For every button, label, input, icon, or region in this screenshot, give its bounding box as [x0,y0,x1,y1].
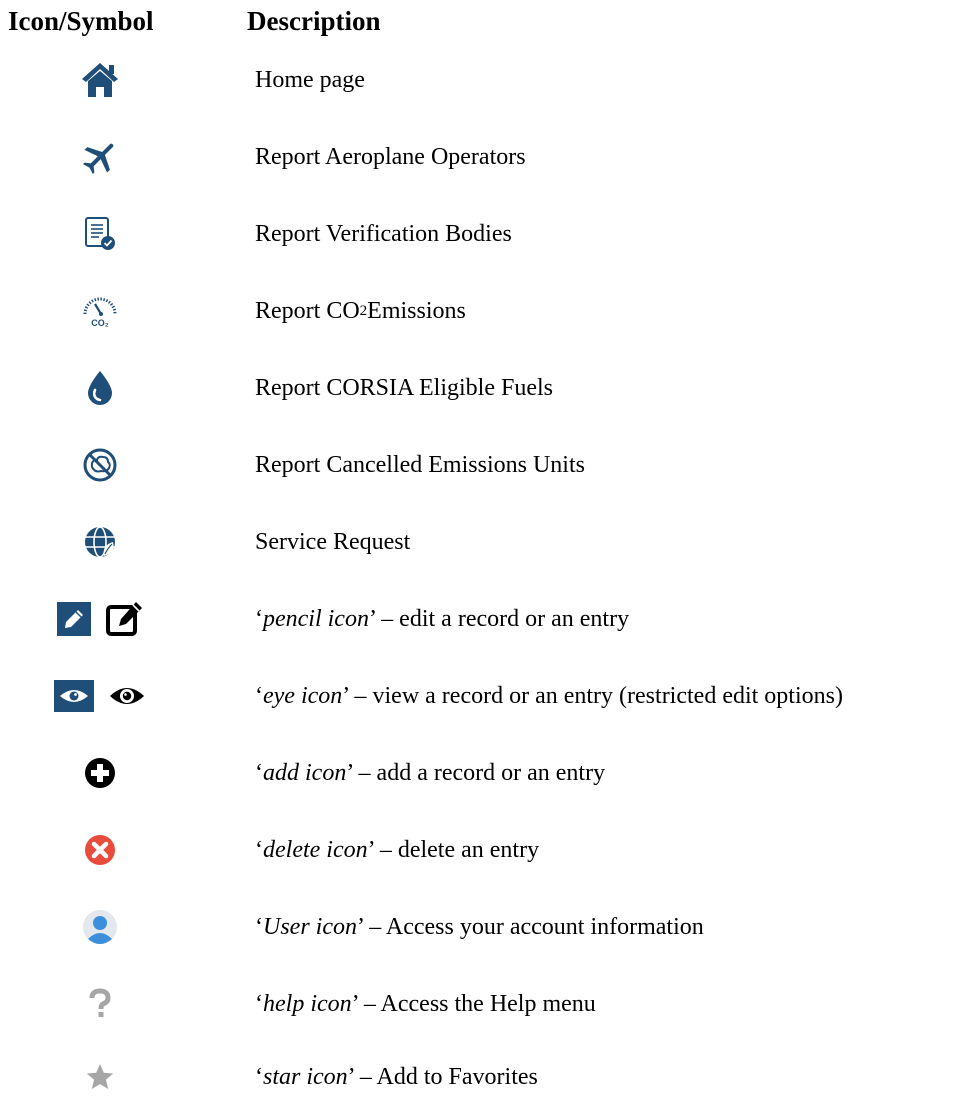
eye-icon[interactable] [54,680,94,712]
star-icon[interactable] [85,1062,115,1092]
legend-row-delete-icon: ‘delete icon’ – delete an entry [0,820,978,880]
legend-row-help-icon: ‘help icon’ – Access the Help menu [0,974,978,1034]
home-icon [82,63,118,97]
row-description: Home page [255,66,365,93]
globe-leaf-icon [85,526,115,558]
row-description: Service Request [255,528,411,555]
row-description: ‘eye icon’ – view a record or an entry (… [255,682,843,709]
delete-icon[interactable] [84,834,116,866]
document-check-icon [85,217,115,250]
add-icon[interactable] [84,757,116,789]
row-description: ‘User icon’ – Access your account inform… [255,913,704,940]
svg-text:CO₂: CO₂ [91,318,109,328]
plane-icon [83,143,114,174]
row-description: Report CO 2 Emissions [255,297,466,324]
legend-row-co2-emissions: CO₂ Report CO 2 Emissions [0,281,978,341]
eye-black-icon[interactable] [108,683,146,709]
legend-row-eye-icon: ‘eye icon’ – view a record or an entry (… [0,666,978,726]
legend-row-home: Home page [0,50,978,110]
user-icon[interactable] [82,909,118,945]
legend-row-add-icon: ‘add icon’ – add a record or an entry [0,743,978,803]
pencil-icon[interactable] [57,602,91,636]
row-description: ‘help icon’ – Access the Help menu [255,990,596,1017]
co2-gauge-icon: CO₂ [83,297,117,328]
row-description: Report Verification Bodies [255,220,512,247]
row-description: Report Cancelled Emissions Units [255,451,585,478]
row-description: Report Aeroplane Operators [255,143,526,170]
row-description: Report CORSIA Eligible Fuels [255,374,554,401]
legend-row-verification-bodies: Report Verification Bodies [0,204,978,264]
row-description: ‘star icon’ – Add to Favorites [255,1063,538,1090]
legend-row-eligible-fuels: Report CORSIA Eligible Fuels [0,358,978,418]
row-description: ‘delete icon’ – delete an entry [255,836,540,863]
description-header: Description [247,6,381,36]
legend-row-cancelled-emissions-units: Report Cancelled Emissions Units [0,435,978,495]
legend-row-user-icon: ‘User icon’ – Access your account inform… [0,897,978,957]
row-description: ‘add icon’ – add a record or an entry [255,759,606,786]
help-icon[interactable] [88,988,112,1020]
legend-row-pencil-icon: ‘pencil icon’ – edit a record or an entr… [0,589,978,649]
icon-symbol-header: Icon/Symbol [8,6,154,36]
legend-row-star-icon: ‘star icon’ – Add to Favorites [0,1047,978,1107]
edit-square-icon[interactable] [105,601,143,637]
legend-row-service-request: Service Request [0,512,978,572]
cancelled-units-icon [83,448,117,482]
legend-row-aeroplane-operators: Report Aeroplane Operators [0,127,978,187]
fuel-drop-icon [88,371,112,405]
row-description: ‘pencil icon’ – edit a record or an entr… [255,605,630,632]
